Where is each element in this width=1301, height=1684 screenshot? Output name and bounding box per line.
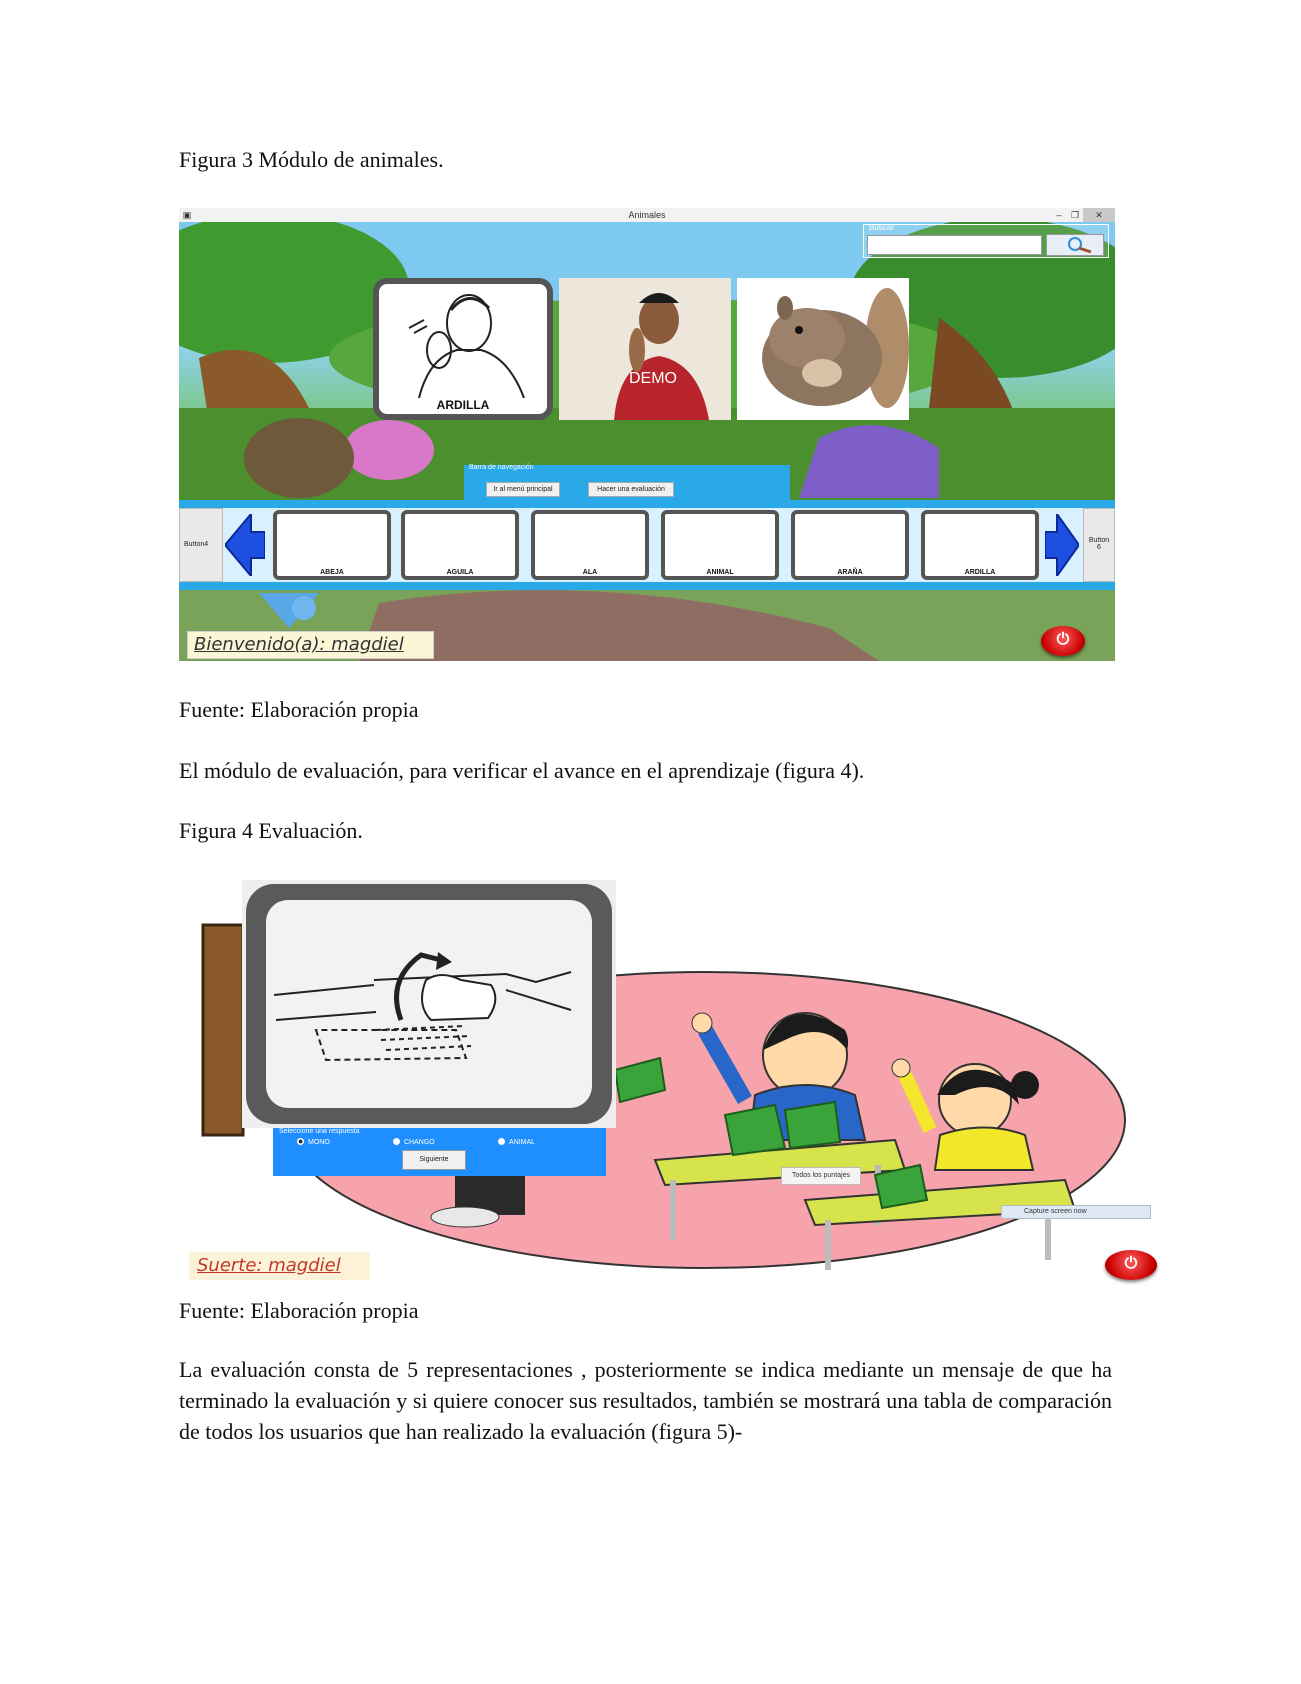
answer-panel: Seleccione una respuesta MONO CHANGO ANI… <box>273 1128 606 1176</box>
sign-illustration-card: ARDILLA <box>373 278 553 420</box>
video-frame: DEMO <box>559 278 731 420</box>
squirrel-icon <box>737 278 909 420</box>
exit-button[interactable]: ⏻ <box>1105 1250 1157 1280</box>
question-sign-frame <box>242 880 616 1128</box>
search-input[interactable] <box>867 235 1042 255</box>
evaluation-screenshot: Seleccione una respuesta MONO CHANGO ANI… <box>185 880 1185 1280</box>
sign-hand-drawing <box>273 952 572 1062</box>
search-label: Buscar <box>869 223 894 232</box>
main-menu-button[interactable]: Ir al menú principal <box>486 482 560 497</box>
radio-icon <box>393 1138 400 1145</box>
navigation-bar-label: Barra de navegación <box>469 464 534 471</box>
search-button[interactable] <box>1046 234 1104 256</box>
option-label: ANIMAL <box>509 1139 536 1146</box>
button4[interactable]: Button4 <box>179 508 223 582</box>
capture-screen-button[interactable]: Capture screen now <box>1001 1205 1151 1219</box>
all-scores-button[interactable]: Todos los puntajes <box>781 1167 861 1185</box>
option-mono[interactable]: MONO <box>297 1138 330 1146</box>
exit-button[interactable]: ⏻ <box>1041 626 1085 656</box>
figure-4-source: Fuente: Elaboración propia <box>179 1298 419 1323</box>
person-signing-video <box>559 278 731 420</box>
sign-thumbnail-strip: Button4 ABEJA AGUILA ALA ANIMAL ARAÑA AR… <box>179 500 1115 590</box>
thumb-label: ALA <box>582 569 598 576</box>
animales-module-screenshot: Animales ▣ – ❐ ✕ Buscar ARDILLA DEMO Bar… <box>179 208 1115 661</box>
forest-background <box>179 213 1115 661</box>
sign-card-border <box>246 884 612 1124</box>
take-evaluation-button[interactable]: Hacer una evaluación <box>588 482 674 497</box>
thumb-ardilla[interactable]: ARDILLA <box>921 510 1039 580</box>
figure-4-intro: El módulo de evaluación, para verificar … <box>179 758 865 783</box>
thumb-aguila[interactable]: AGUILA <box>401 510 519 580</box>
power-icon: ⏻ <box>1056 629 1070 648</box>
thumb-label: ABEJA <box>320 569 344 576</box>
navigation-bar-panel: Barra de navegación Ir al menú principal… <box>464 464 790 501</box>
demo-overlay: DEMO <box>629 370 677 387</box>
button6[interactable]: Button 6 <box>1083 508 1115 582</box>
figure-3-source: Fuente: Elaboración propia <box>179 697 419 722</box>
answer-prompt: Seleccione una respuesta <box>279 1128 360 1135</box>
option-animal[interactable]: ANIMAL <box>498 1138 535 1146</box>
app-icon: ▣ <box>182 210 192 220</box>
window-title: Animales <box>628 210 666 220</box>
luck-message: Suerte: magdiel <box>189 1252 370 1280</box>
figure-4-caption: Figura 4 Evaluación. <box>179 818 363 843</box>
next-arrow-icon[interactable] <box>1045 514 1079 576</box>
sign-drawing <box>408 294 525 398</box>
minimize-button[interactable]: – <box>1051 208 1067 222</box>
option-chango[interactable]: CHANGO <box>393 1138 435 1146</box>
thumb-label: ARAÑA <box>837 569 863 576</box>
sign-word-label: ARDILLA <box>436 398 490 412</box>
body-paragraph: La evaluación consta de 5 representacion… <box>179 1357 1112 1444</box>
thumb-label: ARDILLA <box>964 569 996 576</box>
radio-selected-icon <box>297 1138 304 1145</box>
search-group: Buscar <box>863 223 1109 258</box>
sign-card <box>266 900 592 1108</box>
thumb-animal[interactable]: ANIMAL <box>661 510 779 580</box>
thumb-ala[interactable]: ALA <box>531 510 649 580</box>
restore-button[interactable]: ❐ <box>1067 208 1083 222</box>
thumb-arana[interactable]: ARAÑA <box>791 510 909 580</box>
welcome-message: Bienvenido(a): magdiel <box>187 631 434 659</box>
thumb-label: AGUILA <box>446 569 474 576</box>
magnifier-icon <box>1068 237 1092 254</box>
radio-icon <box>498 1138 505 1145</box>
close-button[interactable]: ✕ <box>1083 208 1115 222</box>
figure-3-caption: Figura 3 Módulo de animales. <box>179 147 444 172</box>
animal-photo <box>737 278 909 420</box>
button4-label: Button4 <box>184 541 209 548</box>
option-label: CHANGO <box>404 1139 435 1146</box>
thumb-abeja[interactable]: ABEJA <box>273 510 391 580</box>
thumb-label: ANIMAL <box>706 569 734 576</box>
next-button[interactable]: Siguiente <box>402 1150 466 1170</box>
power-icon: ⏻ <box>1124 1253 1138 1272</box>
option-label: MONO <box>308 1139 330 1146</box>
previous-arrow-icon[interactable] <box>225 514 265 576</box>
button6-label: Button 6 <box>1088 537 1110 551</box>
window-titlebar: Animales <box>179 208 1115 222</box>
